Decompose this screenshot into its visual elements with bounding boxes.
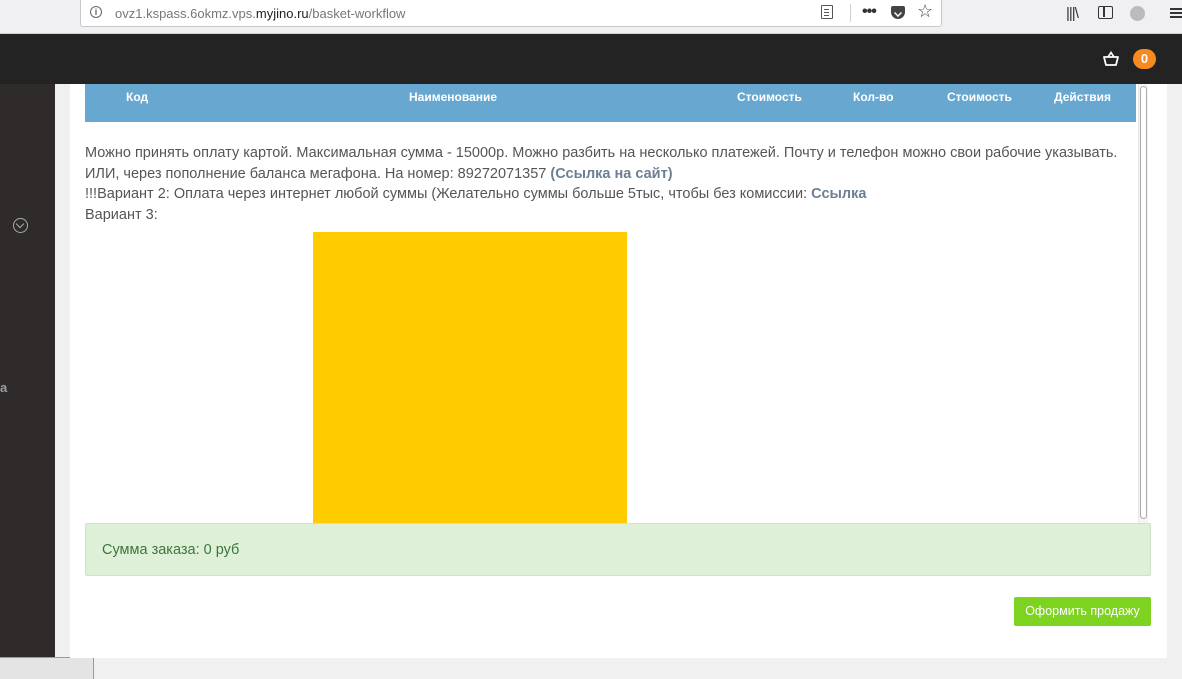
column-header-code[interactable]: Код — [126, 90, 148, 104]
payment-image — [313, 232, 627, 523]
column-header-actions[interactable]: Действия — [1054, 90, 1111, 104]
column-header-price[interactable]: Стоимость — [737, 90, 802, 104]
scrollbar-thumb[interactable] — [1140, 86, 1147, 519]
url-text[interactable]: ovz1.kspass.6okmz.vps.myjino.ru/basket-w… — [115, 6, 405, 21]
payment-notes: Можно принять оплату картой. Максимальна… — [85, 143, 1135, 225]
extension-icon[interactable] — [1130, 6, 1145, 21]
info-icon[interactable]: i — [90, 6, 102, 18]
note-line: Можно принять оплату картой. Максимальна… — [85, 145, 1118, 161]
note-line: Вариант 3: — [85, 206, 158, 223]
more-actions-icon[interactable]: ••• — [862, 3, 877, 21]
reader-view-icon[interactable] — [821, 5, 833, 19]
cart-count-badge[interactable]: 0 — [1133, 49, 1156, 69]
chevron-down-icon[interactable] — [13, 218, 28, 233]
sidebar-toggle-icon[interactable] — [1098, 6, 1113, 19]
library-icon[interactable]: |||\ — [1066, 5, 1079, 22]
bottom-tab-strip — [0, 657, 94, 679]
column-header-total[interactable]: Стоимость — [947, 90, 1012, 104]
sidebar-item-label[interactable]: а — [0, 380, 7, 395]
bookmark-star-icon[interactable]: ☆ — [917, 1, 933, 22]
order-total-box: Сумма заказа: 0 руб — [85, 523, 1151, 576]
hamburger-menu-icon[interactable] — [1170, 8, 1182, 10]
payment-link[interactable]: Ссылка — [811, 186, 866, 202]
pocket-icon[interactable] — [891, 6, 905, 19]
app-header — [0, 34, 1182, 84]
checkout-button[interactable]: Оформить продажу — [1014, 597, 1151, 626]
note-line: ИЛИ, через пополнение баланса мегафона. … — [85, 165, 673, 182]
browser-toolbar: i ovz1.kspass.6okmz.vps.myjino.ru/basket… — [0, 0, 1182, 34]
address-bar[interactable]: i ovz1.kspass.6okmz.vps.myjino.ru/basket… — [80, 0, 942, 27]
divider — [850, 4, 851, 22]
table-header-row: Код Наименование Стоимость Кол-во Стоимо… — [85, 84, 1136, 122]
order-total-text: Сумма заказа: 0 руб — [102, 542, 240, 558]
basket-scroll-area: Код Наименование Стоимость Кол-во Стоимо… — [85, 84, 1148, 523]
column-header-name[interactable]: Наименование — [409, 90, 497, 104]
column-header-quantity[interactable]: Кол-во — [853, 90, 894, 104]
note-line: !!!Вариант 2: Оплата через интернет любо… — [85, 186, 867, 202]
basket-icon[interactable] — [1103, 51, 1119, 67]
site-link[interactable]: (Ссылка на сайт) — [550, 166, 672, 182]
left-sidebar: а — [0, 84, 55, 657]
